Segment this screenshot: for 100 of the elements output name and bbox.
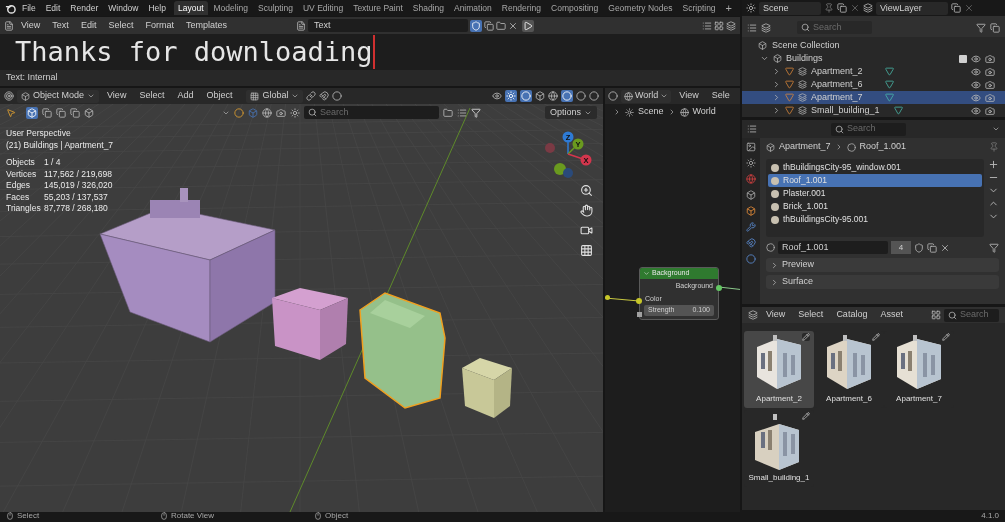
eye-icon[interactable]: [971, 53, 981, 64]
blender-logo-icon[interactable]: [5, 2, 16, 14]
bookmark-icon[interactable]: [443, 107, 453, 118]
material-slot[interactable]: Roof_1.001: [768, 174, 982, 187]
exclude-checkbox[interactable]: [959, 54, 967, 63]
mesh-filter-icon[interactable]: [262, 107, 272, 118]
editor-type-icon[interactable]: [748, 310, 758, 320]
input-socket[interactable]: [636, 298, 642, 304]
menu-item[interactable]: Render: [66, 1, 103, 15]
text-datablock-icon[interactable]: [295, 20, 306, 31]
edit-icon[interactable]: [872, 333, 880, 341]
menu-item[interactable]: Sele: [706, 89, 735, 103]
menu-item[interactable]: Edit: [75, 18, 102, 33]
scene-icon[interactable]: [746, 3, 756, 13]
workspace-tab[interactable]: Animation: [449, 1, 496, 15]
light-filter-icon[interactable]: [290, 107, 300, 118]
menu-item[interactable]: Asset: [875, 308, 908, 322]
panel-header[interactable]: Preview: [766, 258, 999, 272]
editor-type-icon[interactable]: [608, 91, 618, 101]
menu-item[interactable]: Window: [104, 1, 143, 15]
object-tab-icon[interactable]: [746, 206, 756, 216]
rendered-shading-icon[interactable]: [589, 91, 599, 101]
material-icon[interactable]: [766, 243, 775, 252]
menu-item[interactable]: File: [18, 1, 40, 15]
axis-ball[interactable]: [580, 154, 592, 166]
editor-type-icon[interactable]: [4, 20, 14, 31]
duplicate-icon[interactable]: [483, 20, 494, 31]
asset-tile[interactable]: Apartment_2: [744, 331, 814, 408]
eye-icon[interactable]: [971, 92, 981, 103]
view-layer-field[interactable]: ViewLayer: [876, 1, 948, 15]
overlay-toggle-icon[interactable]: [521, 91, 531, 101]
workspace-tab[interactable]: Layout: [173, 1, 208, 15]
output-socket[interactable]: [716, 285, 722, 291]
chevron-right-icon[interactable]: [772, 106, 781, 115]
add-workspace-button[interactable]: +: [721, 0, 737, 17]
menu-item[interactable]: Select: [793, 308, 829, 322]
menu-item[interactable]: Text: [47, 18, 74, 33]
tree-item[interactable]: Apartment_7: [811, 90, 871, 105]
folder-icon[interactable]: [495, 20, 506, 31]
workspace-tab[interactable]: Modeling: [209, 1, 252, 15]
camera-filter-icon[interactable]: [276, 107, 286, 118]
building-model[interactable]: [272, 288, 348, 360]
workspace-tab[interactable]: Shading: [408, 1, 448, 15]
workspace-tab[interactable]: Sculpting: [254, 1, 297, 15]
chevron-right-icon[interactable]: [770, 277, 779, 287]
menu-item[interactable]: View: [761, 308, 791, 322]
chevron-right-icon[interactable]: [772, 93, 781, 102]
menu-item[interactable]: View: [674, 89, 704, 103]
zoom-icon[interactable]: [580, 184, 593, 197]
hierarchy-icon[interactable]: [457, 107, 467, 118]
options-button[interactable]: Options: [544, 106, 597, 119]
camera-icon[interactable]: [985, 105, 995, 116]
material-slot[interactable]: thBuildingsCity-95_window.001: [768, 161, 982, 174]
tree-item[interactable]: Scene Collection: [772, 38, 840, 53]
tree-item[interactable]: Buildings: [786, 51, 823, 66]
menu-item[interactable]: Catalog: [831, 308, 873, 322]
chevron-right-icon[interactable]: [772, 80, 781, 89]
eye-icon[interactable]: [971, 79, 981, 90]
edit-icon[interactable]: [942, 333, 950, 341]
eye-icon[interactable]: [971, 66, 981, 77]
outliner-row[interactable]: Small_building_1: [742, 104, 1005, 117]
material-slot[interactable]: thBuildingsCity-95.001: [768, 213, 982, 226]
modifier-tab-icon[interactable]: [746, 222, 756, 232]
camera-icon[interactable]: [985, 79, 995, 90]
select-intersect-icon[interactable]: [84, 107, 94, 118]
workspace-tab[interactable]: Geometry Nodes: [604, 1, 677, 15]
fake-user-icon[interactable]: [470, 20, 481, 31]
new-view-layer-icon[interactable]: [951, 3, 961, 13]
input-socket[interactable]: [605, 295, 610, 300]
close-icon[interactable]: [940, 242, 950, 253]
display-mode-icon[interactable]: [747, 22, 757, 33]
material-name-field[interactable]: Roof_1.001: [778, 241, 888, 254]
input-socket[interactable]: [637, 312, 642, 317]
breadcrumb-item[interactable]: Apartment_7: [779, 140, 831, 154]
gizmo-toggle-icon[interactable]: [506, 91, 516, 101]
caret-icon[interactable]: [992, 125, 1000, 133]
new-scene-icon[interactable]: [837, 3, 847, 13]
menu-item[interactable]: Templates: [180, 18, 232, 33]
wireframe-shading-icon[interactable]: [548, 91, 558, 101]
physics-tab-icon[interactable]: [746, 254, 756, 264]
add-slot-icon[interactable]: [988, 159, 999, 170]
xray-icon[interactable]: [535, 91, 545, 101]
outliner-row[interactable]: Apartment_6: [742, 78, 1005, 91]
display-mode-icon[interactable]: [931, 310, 941, 320]
tree-item[interactable]: Apartment_2: [811, 64, 871, 79]
pan-icon[interactable]: [580, 204, 593, 217]
close-icon[interactable]: [850, 3, 860, 13]
user-count[interactable]: 4: [891, 241, 911, 254]
selected-building-model[interactable]: [359, 292, 446, 409]
mode-dropdown[interactable]: Object Mode: [17, 89, 100, 103]
solid-shading-icon[interactable]: [562, 91, 572, 101]
select-extend-icon[interactable]: [42, 107, 52, 118]
run-script-icon[interactable]: [522, 20, 533, 31]
collection-tab-icon[interactable]: [746, 190, 756, 200]
edit-icon[interactable]: [802, 333, 810, 341]
tree-item[interactable]: Small_building_1: [811, 103, 880, 118]
menu-item[interactable]: Format: [140, 18, 179, 33]
material-shading-icon[interactable]: [576, 91, 586, 101]
menu-item[interactable]: View: [102, 89, 132, 103]
material-slot[interactable]: Plaster.001: [768, 187, 982, 200]
